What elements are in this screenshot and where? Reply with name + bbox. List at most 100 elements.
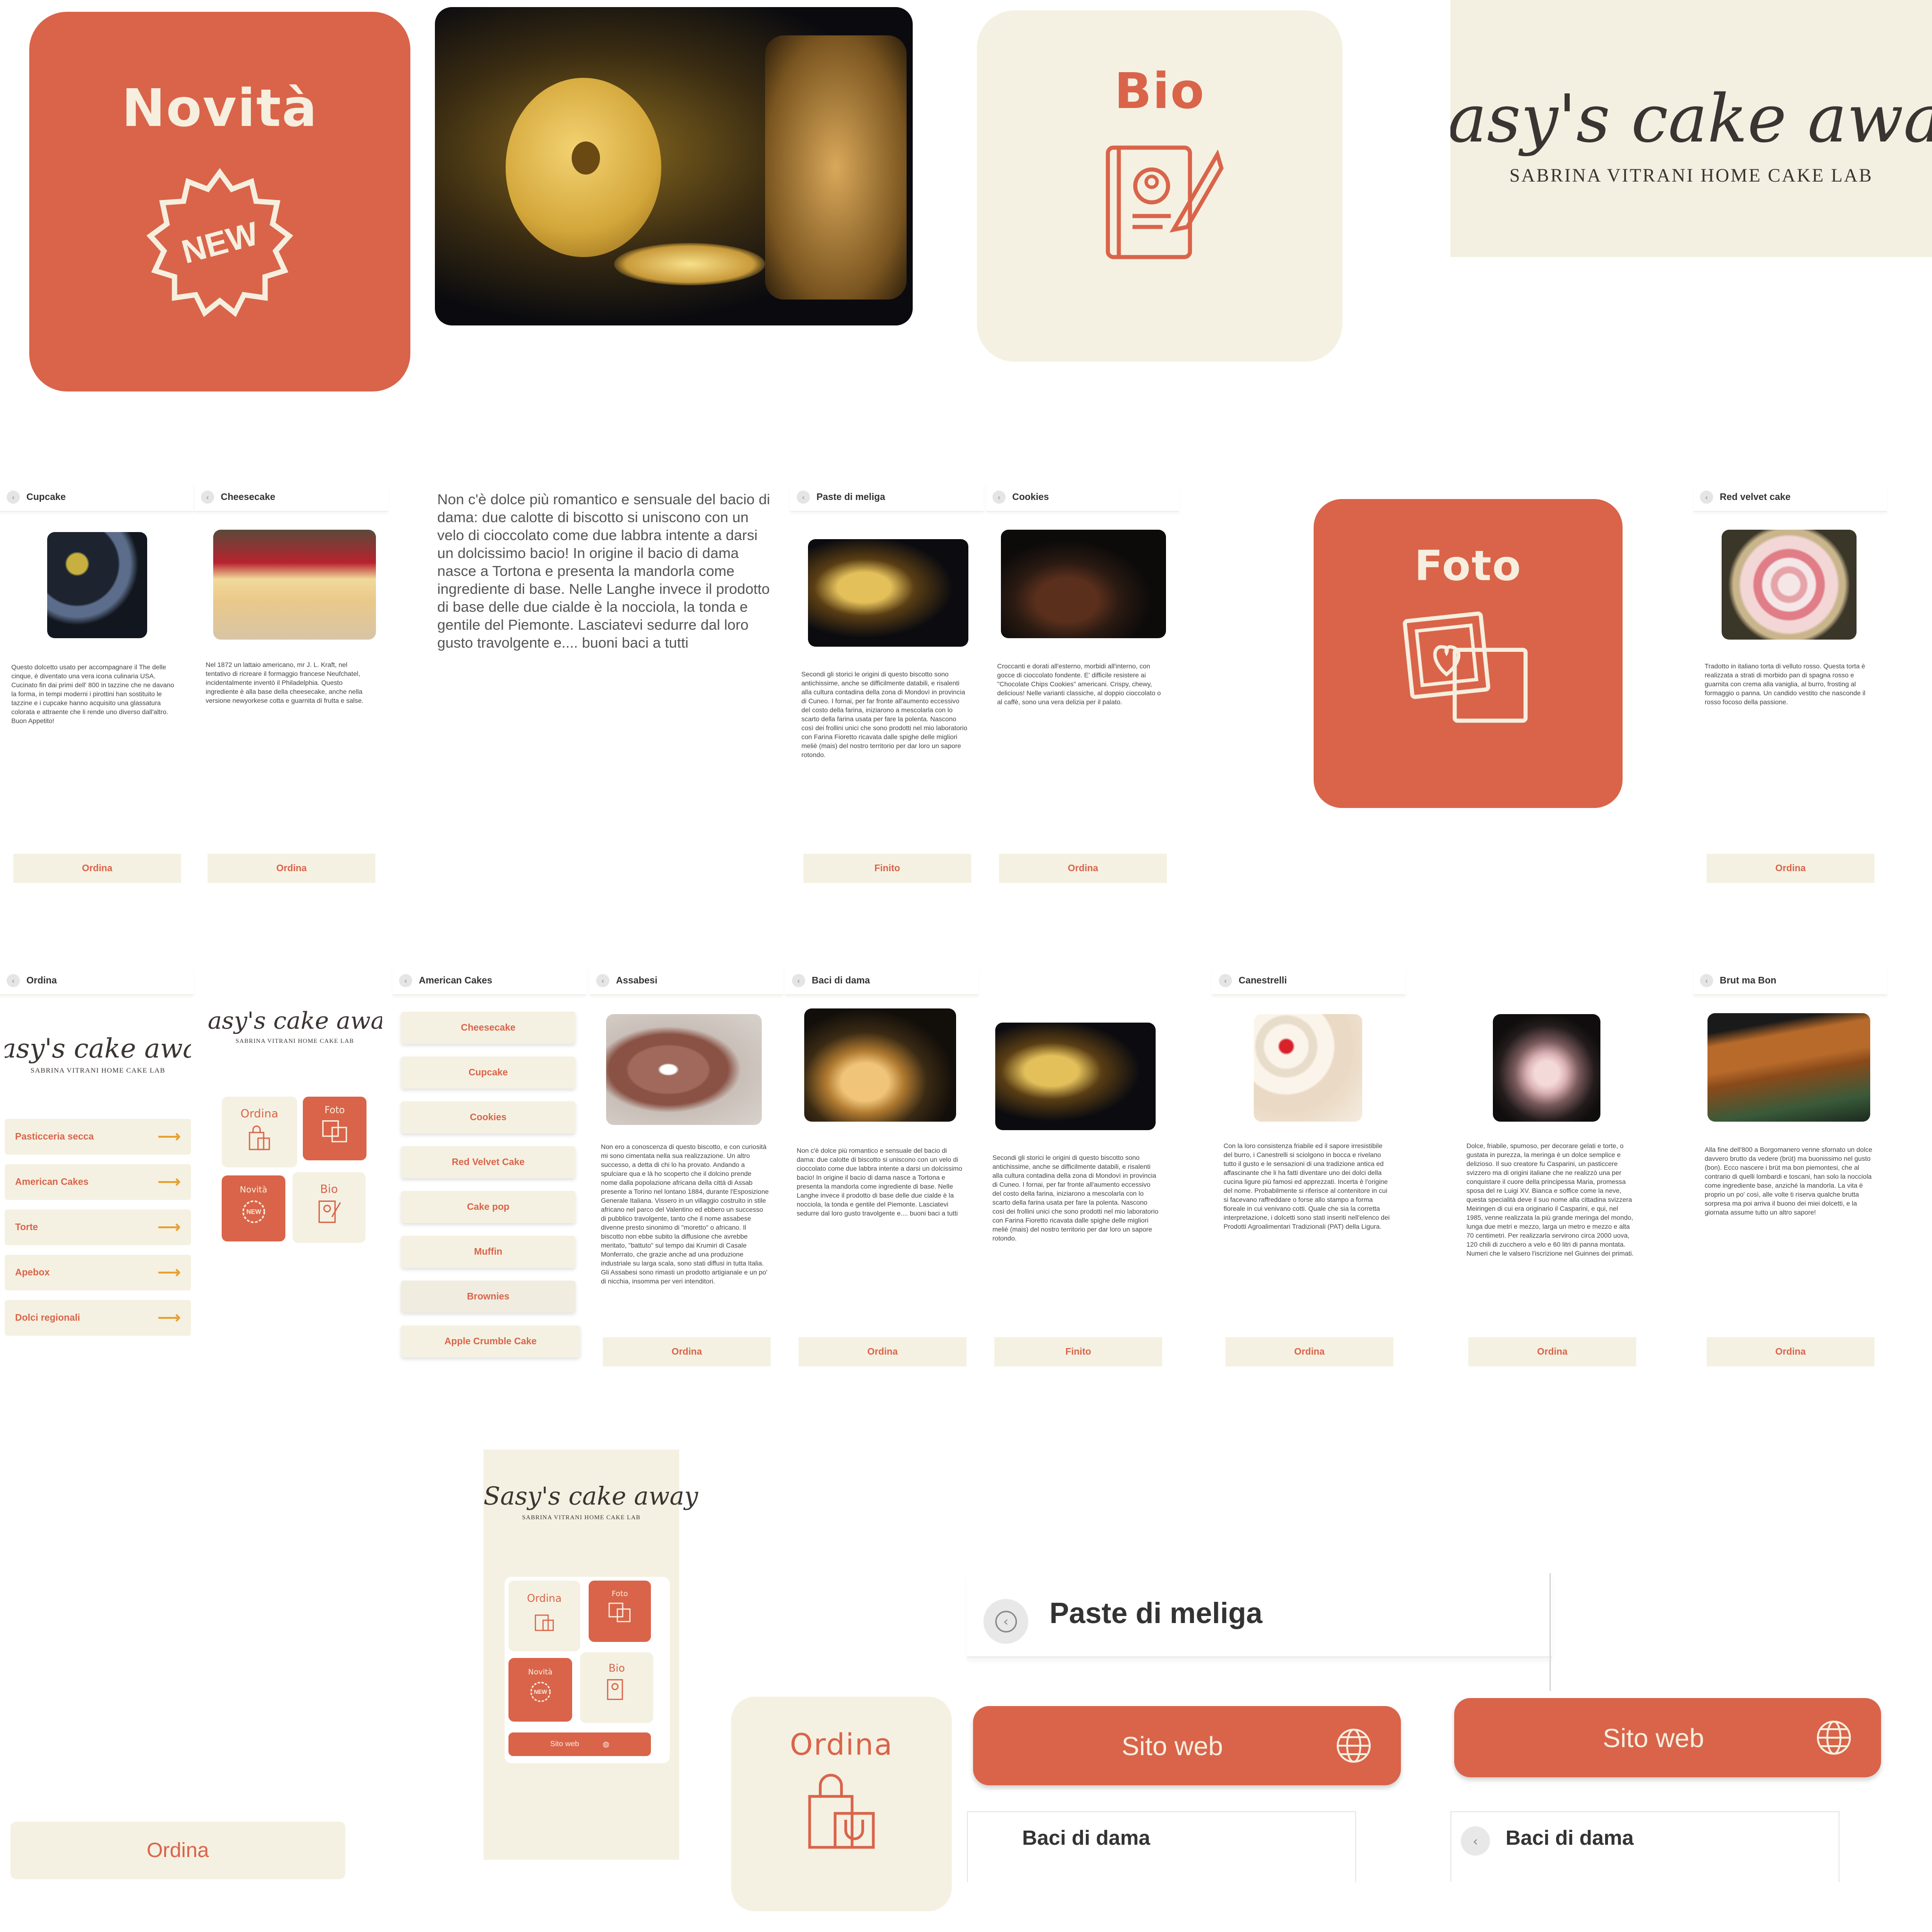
product-card-canestrelli: ‹ Canestrelli Con la loro consistenza fri… [1212, 967, 1406, 1439]
menu-item-dolci-regionali[interactable]: Dolci regionali ⟶ [5, 1300, 191, 1336]
tile-label: Foto [611, 1589, 628, 1598]
meliga-thumb-photo [995, 1023, 1156, 1130]
meringa-photo [1493, 1014, 1600, 1122]
novita-title: Novità [122, 78, 318, 138]
cake-item-cake-pop[interactable]: Cake pop [401, 1191, 575, 1223]
phone-ordina-tile[interactable]: Ordina [508, 1581, 580, 1651]
bio-book-icon [1105, 145, 1224, 259]
logo-small: Sasy's cake away SABRINA VITRANI HOME CA… [208, 991, 382, 1061]
phone-foto-tile[interactable]: Foto [589, 1581, 651, 1642]
order-button[interactable]: Ordina [1707, 1337, 1874, 1366]
right-arrow-icon: ⟶ [158, 1173, 181, 1191]
bio-tile[interactable]: Bio [977, 10, 1342, 362]
menu-item-pasticceria-secca[interactable]: Pasticceria secca ⟶ [5, 1119, 191, 1155]
phone-home-mockup: Sasy's cake away SABRINA VITRANI HOME CA… [483, 1449, 699, 1860]
shopping-bags-icon [249, 1125, 270, 1150]
menu-item-label: Torte [15, 1222, 38, 1232]
home-screen: Sasy's cake away SABRINA VITRANI HOME CA… [208, 991, 387, 1264]
back-arrow-icon[interactable]: ‹ [399, 974, 412, 987]
new-badge-text: NEW [178, 215, 263, 271]
back-arrow-icon[interactable]: ‹ [1700, 491, 1713, 504]
logo-script: Sasy's cake away [483, 1482, 699, 1511]
back-arrow-icon[interactable]: ‹ [7, 974, 20, 987]
card-description: Tradotto in italiano torta di velluto ro… [1705, 662, 1865, 706]
card-description: Con la loro consistenza friabile ed il s… [1224, 1142, 1390, 1230]
logo-small: Sasy's cake away SABRINA VITRANI HOME CA… [5, 1005, 191, 1104]
order-button[interactable]: Ordina [999, 854, 1167, 883]
product-card-brut-ma-bon: ‹ Brut ma Bon Alla fine dell'800 a Borgom… [1693, 967, 1887, 1439]
photo-heart-icon [322, 1120, 347, 1142]
card-description: Secondi gli storici le origini di questo… [992, 1154, 1158, 1242]
sito-web-button-2[interactable]: Sito web [1454, 1698, 1881, 1777]
back-arrow-icon[interactable]: ‹ [792, 974, 805, 987]
phone-sito-web-button[interactable]: Sito web ◍ [508, 1732, 651, 1756]
back-arrow-icon[interactable]: ‹ [992, 491, 1006, 504]
home-novita-tile[interactable]: Novità NEW [222, 1175, 285, 1241]
back-arrow-icon[interactable]: ‹ [1700, 974, 1713, 987]
order-button[interactable]: Ordina [1707, 854, 1874, 883]
finished-button[interactable]: Finito [994, 1337, 1162, 1366]
back-arrow-icon[interactable]: ‹ [1461, 1826, 1490, 1856]
cake-item-cookies[interactable]: Cookies [401, 1101, 575, 1133]
screen-title: Ordina [26, 975, 57, 986]
red-velvet-photo [1722, 530, 1857, 640]
back-arrow-icon[interactable]: ‹ [1219, 974, 1232, 987]
tile-label: Bio [320, 1183, 338, 1196]
ordina-tile[interactable]: Ordina [731, 1697, 952, 1911]
photo-heart-icon [1402, 611, 1528, 723]
cake-item-cheesecake[interactable]: Cheesecake [401, 1012, 575, 1044]
cupcake-photo [47, 532, 147, 638]
vertical-divider [1549, 1573, 1551, 1691]
novita-tile[interactable]: Novità NEW [29, 12, 410, 391]
menu-item-label: Apebox [15, 1267, 50, 1278]
logo-script: Sasy's cake away [1450, 80, 1932, 158]
menu-item-torte[interactable]: Torte ⟶ [5, 1209, 191, 1245]
tile-label: Ordina [240, 1107, 279, 1120]
cake-item-cupcake[interactable]: Cupcake [401, 1057, 575, 1089]
ordina-large-button[interactable]: Ordina [10, 1822, 345, 1879]
cake-item-apple-crumble[interactable]: Apple Crumble Cake [401, 1325, 580, 1357]
right-arrow-icon: ⟶ [158, 1309, 181, 1327]
button-label: Sito web [1122, 1731, 1223, 1761]
back-arrow-icon[interactable]: ‹ [7, 491, 20, 504]
order-button[interactable]: Ordina [1468, 1337, 1636, 1366]
right-arrow-icon: ⟶ [158, 1128, 181, 1146]
cake-item-muffin[interactable]: Muffin [401, 1236, 575, 1268]
order-button[interactable]: Ordina [1225, 1337, 1393, 1366]
globe-icon: ◍ [602, 1740, 609, 1749]
order-button[interactable]: Ordina [799, 1337, 966, 1366]
card-title: Red velvet cake [1720, 491, 1791, 502]
order-button[interactable]: Ordina [603, 1337, 771, 1366]
new-badge-text: NEW [534, 1689, 548, 1695]
phone-bio-tile[interactable]: Bio [580, 1652, 653, 1723]
back-arrow-icon[interactable]: ‹ [201, 491, 214, 504]
home-bio-tile[interactable]: Bio [292, 1172, 366, 1243]
back-arrow-icon[interactable]: ‹ [596, 974, 609, 987]
cake-item-red-velvet[interactable]: Red Velvet Cake [401, 1146, 575, 1178]
back-arrow-icon[interactable]: ‹ [797, 491, 810, 504]
cookies-photo [1001, 530, 1166, 638]
bio-book-icon [607, 1679, 623, 1700]
back-arrow-icon[interactable]: ‹ [983, 1599, 1028, 1644]
menu-item-american-cakes[interactable]: American Cakes ⟶ [5, 1164, 191, 1200]
foto-tile[interactable]: Foto [1314, 499, 1623, 808]
menu-item-apebox[interactable]: Apebox ⟶ [5, 1255, 191, 1291]
cake-item-brownies[interactable]: Brownies [401, 1281, 575, 1313]
order-button[interactable]: Ordina [208, 854, 375, 883]
screen-title: American Cakes [419, 975, 492, 986]
home-ordina-tile[interactable]: Ordina [222, 1097, 297, 1167]
cheesecake-photo [213, 530, 376, 640]
photo-heart-icon [608, 1602, 631, 1623]
assabesi-photo [606, 1014, 762, 1125]
tile-label: Novità [528, 1667, 553, 1676]
product-card-cupcake: ‹ Cupcake Questo dolcetto usato per accom… [0, 483, 193, 955]
card-description: Croccanti e dorati all'esterno, morbidi … [997, 662, 1161, 706]
phone-novita-tile[interactable]: Novità NEW [508, 1658, 572, 1722]
order-button[interactable]: Ordina [13, 854, 181, 883]
sito-web-button[interactable]: Sito web [973, 1706, 1401, 1785]
logo-banner: Sasy's cake away SABRINA VITRANI HOME CA… [1450, 0, 1932, 257]
detail-header-title: Paste di meliga [1049, 1597, 1263, 1630]
home-foto-tile[interactable]: Foto [303, 1097, 366, 1160]
new-badge-icon: NEW [530, 1682, 550, 1702]
finished-button[interactable]: Finito [803, 854, 971, 883]
